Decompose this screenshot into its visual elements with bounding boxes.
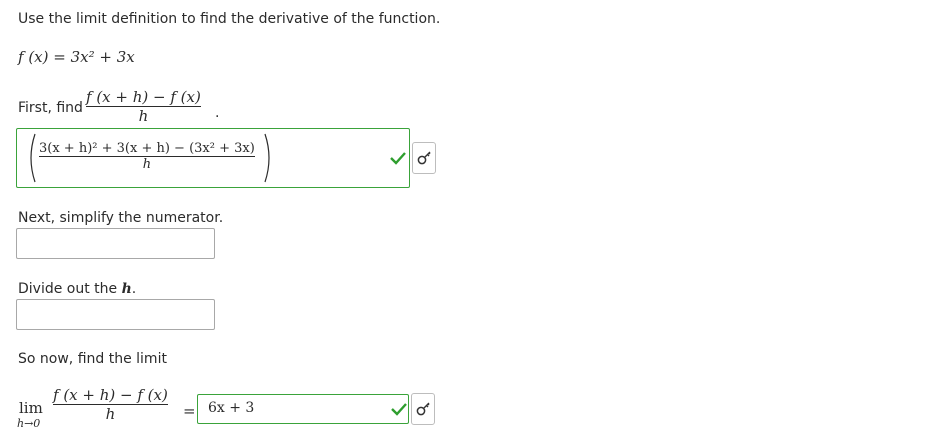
limit-subscript: h→0: [17, 417, 41, 430]
step3-label-text: Divide out the: [18, 281, 118, 297]
step1-answer-fraction: 3(x + h)² + 3(x + h) − (3x² + 3x) h: [39, 141, 255, 172]
step1-label: First, find: [18, 100, 83, 116]
function-definition: f (x) = 3x² + 3x: [18, 48, 135, 66]
step1-fraction-numerator: f (x + h) − f (x): [86, 88, 201, 106]
divide-out-h-input[interactable]: [16, 299, 215, 330]
step4-fraction-numerator: f (x + h) − f (x): [53, 386, 168, 404]
simplified-numerator-input[interactable]: [16, 228, 215, 259]
equals-sign: =: [183, 402, 196, 420]
step4-label: So now, find the limit: [18, 351, 167, 367]
step4-fraction: f (x + h) − f (x) h: [53, 386, 168, 423]
answer-key-icon[interactable]: [411, 393, 435, 425]
step1-period: .: [215, 105, 220, 121]
right-paren: [264, 133, 270, 183]
step1-answer-field[interactable]: 3(x + h)² + 3(x + h) − (3x² + 3x) h: [16, 128, 410, 188]
step3-period: .: [131, 281, 137, 297]
left-paren: [30, 133, 36, 183]
step1-fraction: f (x + h) − f (x) h: [86, 88, 201, 125]
step1-answer-numerator: 3(x + h)² + 3(x + h) − (3x² + 3x): [39, 141, 255, 156]
limit-answer-value: 6x + 3: [208, 400, 255, 416]
step1-fraction-denominator: h: [138, 107, 149, 125]
step4-fraction-denominator: h: [105, 405, 116, 423]
instruction-text: Use the limit definition to find the der…: [18, 11, 441, 27]
step1-answer-denominator: h: [142, 157, 152, 172]
check-icon: [390, 152, 406, 165]
step2-label: Next, simplify the numerator.: [18, 210, 224, 226]
step3-label: Divide out the h.: [18, 280, 136, 298]
check-icon: [391, 403, 407, 416]
step3-variable: h: [121, 281, 132, 297]
answer-key-icon[interactable]: [412, 142, 436, 174]
limit-answer-field[interactable]: 6x + 3: [197, 394, 409, 424]
